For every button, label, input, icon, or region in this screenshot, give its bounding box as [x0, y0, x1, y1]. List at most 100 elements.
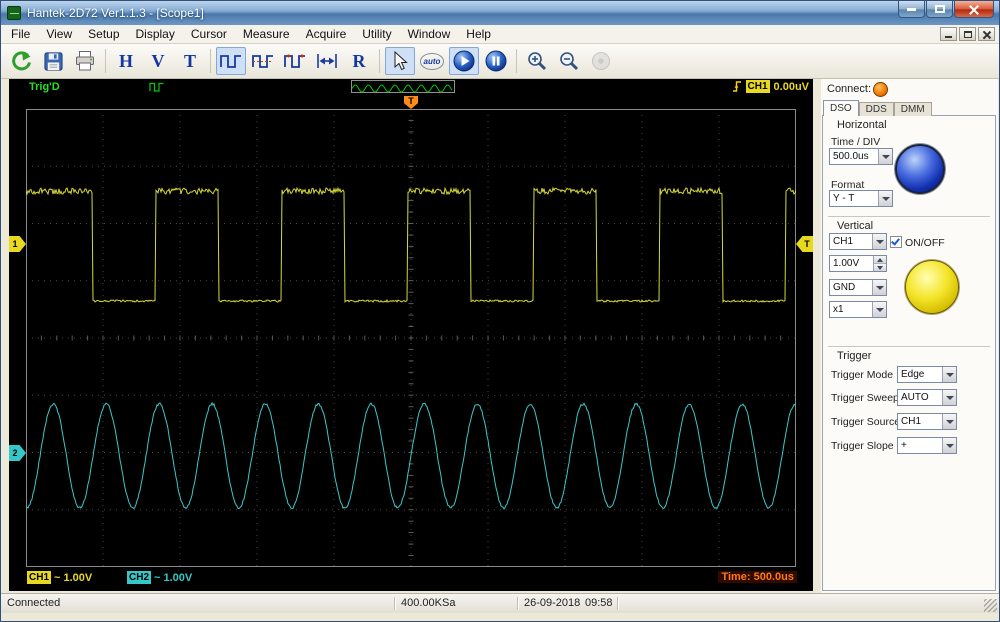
maximize-button[interactable] — [926, 1, 953, 18]
trigger-level-marker[interactable]: T — [796, 236, 813, 252]
vertical-scale-knob[interactable] — [905, 260, 959, 314]
minimize-icon — [907, 8, 916, 11]
connect-label: Connect: — [827, 83, 871, 95]
scope-display[interactable]: 1 2 T T CH1 ~ 1.00V CH2 ~ 1.00V Time: 50… — [9, 95, 813, 591]
chevron-down-icon[interactable] — [878, 149, 892, 164]
trigger-level-value: 0.00uV — [774, 81, 809, 93]
trigger-level-marker-label: T — [804, 239, 810, 249]
waveform-normal-button[interactable] — [216, 47, 246, 75]
vertical-menu-button-label: V — [152, 51, 165, 72]
trigger-menu-button[interactable]: T — [175, 47, 205, 75]
pause-button[interactable] — [481, 47, 511, 75]
channel-select[interactable]: CH1 — [829, 233, 887, 250]
auto-setup-button[interactable]: auto — [417, 47, 447, 75]
voltage-scale-spinner[interactable]: 1.00V — [829, 255, 887, 272]
toolbar-separator — [379, 49, 380, 73]
mdi-window-controls — [940, 27, 995, 41]
waveform-preview[interactable] — [351, 80, 455, 93]
statusbar-divider — [617, 597, 618, 610]
chevron-down-icon[interactable] — [872, 280, 886, 295]
run-button[interactable] — [449, 47, 479, 75]
toolbar-separator — [210, 49, 211, 73]
horizontal-section-title: Horizontal — [837, 119, 887, 131]
menu-bar: FileViewSetupDisplayCursorMeasureAcquire… — [1, 25, 999, 44]
horizontal-timebase-knob[interactable] — [895, 144, 945, 194]
coupling-select[interactable]: GND — [829, 279, 887, 296]
time-div-select[interactable]: 500.0us — [829, 148, 893, 165]
tab-dso[interactable]: DSO — [823, 100, 859, 116]
trigger-source-select[interactable]: CH1 — [897, 413, 957, 430]
squarewave-mini-icon — [149, 82, 165, 92]
vertical-menu-button[interactable]: V — [143, 47, 173, 75]
menu-item-measure[interactable]: Measure — [235, 26, 298, 42]
cursor-icon — [390, 51, 410, 71]
chevron-down-icon[interactable] — [942, 438, 956, 453]
print-icon — [74, 50, 96, 72]
panel-tabs: DSO DDS DMM — [823, 100, 932, 116]
refresh-icon — [10, 50, 32, 72]
sample-rate: 400.00KSa — [401, 597, 455, 609]
save-icon — [43, 51, 64, 72]
squarewave-icon — [219, 51, 243, 71]
menu-item-help[interactable]: Help — [458, 26, 499, 42]
tab-dmm[interactable]: DMM — [894, 102, 932, 116]
chevron-down-icon[interactable] — [942, 414, 956, 429]
chevron-down-icon[interactable] — [942, 390, 956, 405]
trigger-menu-button-label: T — [184, 51, 196, 72]
cursor-button[interactable] — [385, 47, 415, 75]
menu-item-view[interactable]: View — [38, 26, 80, 42]
chevron-down-icon[interactable] — [872, 234, 886, 249]
connect-indicator[interactable] — [873, 82, 888, 97]
play-icon — [452, 49, 476, 73]
minimize-icon — [945, 36, 952, 38]
ch1-onoff-label: ON/OFF — [905, 237, 945, 249]
ch2-position-marker[interactable]: 2 — [9, 445, 26, 461]
trigger-position-marker[interactable]: T — [404, 96, 418, 109]
spinner-down-icon[interactable] — [874, 264, 886, 271]
trigger-source-label: Trigger Source — [831, 416, 900, 428]
record-button[interactable]: R — [344, 47, 374, 75]
format-select[interactable]: Y - T — [829, 190, 893, 207]
ch1-scale-readout: 1.00V — [63, 572, 92, 584]
menu-item-utility[interactable]: Utility — [354, 26, 399, 42]
horizontal-menu-button[interactable]: H — [111, 47, 141, 75]
refresh-button[interactable] — [6, 47, 36, 75]
expand-icon — [315, 51, 339, 71]
resize-grip[interactable] — [984, 599, 997, 612]
ch1-onoff-checkbox[interactable] — [890, 236, 902, 248]
waveform-peak-button[interactable] — [280, 47, 310, 75]
title-bar[interactable]: Hantek-2D72 Ver1.1.3 - [Scope1] — [1, 1, 999, 25]
menu-item-acquire[interactable]: Acquire — [298, 26, 355, 42]
toolbar: HVT Rauto — [1, 44, 999, 79]
trigger-sweep-select[interactable]: AUTO — [897, 389, 957, 406]
tab-dds[interactable]: DDS — [859, 102, 894, 116]
mdi-restore-button[interactable] — [959, 27, 976, 41]
ch1-coupling: ~ — [54, 572, 60, 584]
section-divider — [828, 216, 990, 217]
mdi-close-button[interactable] — [978, 27, 995, 41]
trigger-slope-select[interactable]: + — [897, 437, 957, 454]
spinner-up-icon[interactable] — [874, 256, 886, 264]
waveform-average-button[interactable] — [248, 47, 278, 75]
trigger-position-marker-label: T — [408, 96, 414, 106]
chevron-down-icon[interactable] — [878, 191, 892, 206]
zoom-out-button[interactable] — [554, 47, 584, 75]
save-button[interactable] — [38, 47, 68, 75]
close-button[interactable] — [954, 1, 994, 18]
zoom-in-button[interactable] — [522, 47, 552, 75]
status-time: 09:58 — [585, 597, 613, 609]
print-button[interactable] — [70, 47, 100, 75]
minimize-button[interactable] — [898, 1, 925, 18]
horizontal-expand-button[interactable] — [312, 47, 342, 75]
chevron-down-icon[interactable] — [942, 367, 956, 382]
menu-item-window[interactable]: Window — [400, 26, 459, 42]
mdi-minimize-button[interactable] — [940, 27, 957, 41]
probe-select[interactable]: x1 — [829, 301, 887, 318]
menu-item-setup[interactable]: Setup — [80, 26, 127, 42]
menu-item-file[interactable]: File — [3, 26, 38, 42]
chevron-down-icon[interactable] — [872, 302, 886, 317]
menu-item-display[interactable]: Display — [128, 26, 183, 42]
menu-item-cursor[interactable]: Cursor — [183, 26, 235, 42]
trigger-mode-select[interactable]: Edge — [897, 366, 957, 383]
ch1-position-marker[interactable]: 1 — [9, 236, 26, 252]
